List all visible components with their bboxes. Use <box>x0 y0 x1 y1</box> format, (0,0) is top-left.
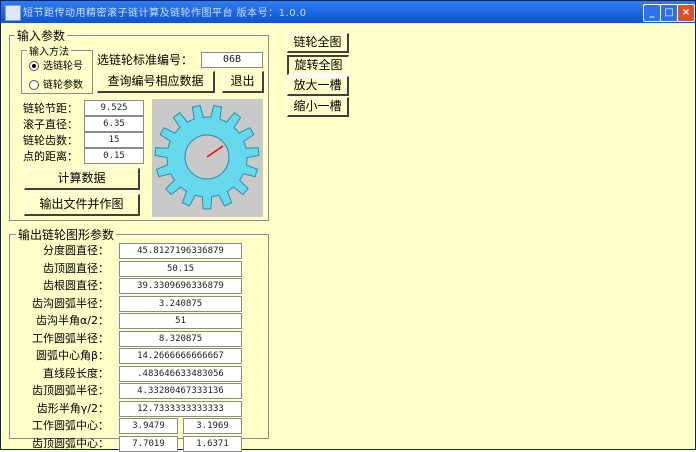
app-icon <box>5 5 21 21</box>
output-label: 齿顶圆直径： <box>43 262 109 275</box>
point-distance-label: 点的距离： <box>23 150 78 163</box>
window-title: 短节距传动用精密滚子链计算及链轮作图平台 版本号：1.0.0 <box>23 8 307 19</box>
output-params-legend: 输出链轮图形参数 <box>16 226 117 243</box>
output-label: 工作圆弧半径： <box>32 332 109 345</box>
output-value-field[interactable]: 39.3309696336879 <box>119 278 242 294</box>
output-value-field[interactable]: 14.2666666666667 <box>119 348 242 364</box>
output-label: 齿形半角γ/2： <box>36 402 109 415</box>
title-bar[interactable]: 短节距传动用精密滚子链计算及链轮作图平台 版本号：1.0.0 _ □ × <box>1 1 695 23</box>
output-value-field[interactable]: 8.320875 <box>119 331 242 347</box>
sprocket-gear-icon <box>154 104 260 210</box>
pitch-label: 链轮节距： <box>23 102 78 115</box>
output-label: 齿顶圆弧半径： <box>32 384 109 397</box>
output-value-field[interactable]: .483646633483056 <box>119 366 242 382</box>
roller-diameter-label: 滚子直径： <box>23 118 78 131</box>
zoom-in-slot-button[interactable]: 放大一槽 <box>287 76 349 96</box>
roller-diameter-input[interactable]: 6.35 <box>84 116 144 132</box>
output-value-field[interactable]: 3.1969 <box>183 418 242 434</box>
output-value-field[interactable]: 45.8127196336879 <box>119 243 242 259</box>
teeth-count-label: 链轮齿数： <box>23 134 78 147</box>
output-label: 齿沟圆弧半径： <box>32 297 109 310</box>
output-label: 直线段长度： <box>43 367 109 380</box>
exit-button[interactable]: 退出 <box>222 71 264 93</box>
output-value-field[interactable]: 3.240875 <box>119 296 242 312</box>
radio-dot-icon <box>29 80 39 90</box>
output-value-field[interactable]: 3.9479 <box>119 418 178 434</box>
radio-select-number[interactable]: 选链轮号 <box>29 57 83 72</box>
output-value-field[interactable]: 12.7333333333333 <box>119 401 242 417</box>
output-label: 齿顶圆弧中心： <box>32 437 109 450</box>
rotate-full-button[interactable]: 旋转全图 <box>287 55 349 75</box>
output-label: 工作圆弧中心： <box>32 419 109 432</box>
point-distance-input[interactable]: 0.15 <box>84 148 144 164</box>
calculate-button[interactable]: 计算数据 <box>24 168 140 190</box>
query-button[interactable]: 查询编号相应数据 <box>97 71 215 93</box>
full-sprocket-button[interactable]: 链轮全图 <box>287 33 349 53</box>
minimize-button[interactable]: _ <box>643 4 661 22</box>
output-label: 齿根圆直径： <box>43 279 109 292</box>
output-value-field[interactable]: 51 <box>119 313 242 329</box>
teeth-count-input[interactable]: 15 <box>84 132 144 148</box>
output-value-field[interactable]: 50.15 <box>119 261 242 277</box>
zoom-out-slot-button[interactable]: 缩小一槽 <box>287 97 349 117</box>
output-label: 圆弧中心角β： <box>35 349 109 362</box>
radio-sprocket-params[interactable]: 链轮参数 <box>29 76 83 91</box>
pitch-input[interactable]: 9.525 <box>84 100 144 116</box>
sprocket-preview <box>152 99 263 217</box>
output-value-field[interactable]: 4.33280467333136 <box>119 383 242 399</box>
radio-dot-icon <box>29 61 39 71</box>
input-params-legend: 输入参数 <box>15 27 68 44</box>
output-label: 分度圆直径： <box>43 244 109 257</box>
sprocket-number-input[interactable]: 06B <box>201 52 263 68</box>
maximize-button[interactable]: □ <box>660 4 678 22</box>
app-window: 短节距传动用精密滚子链计算及链轮作图平台 版本号：1.0.0 _ □ × 输入参… <box>0 0 696 452</box>
output-label: 齿沟半角α/2： <box>36 314 109 327</box>
close-button[interactable]: × <box>677 4 695 22</box>
sprocket-number-label: 选链轮标准编号： <box>97 53 194 67</box>
input-method-legend: 输入方法 <box>27 43 71 58</box>
output-file-button[interactable]: 输出文件并作图 <box>24 194 140 216</box>
